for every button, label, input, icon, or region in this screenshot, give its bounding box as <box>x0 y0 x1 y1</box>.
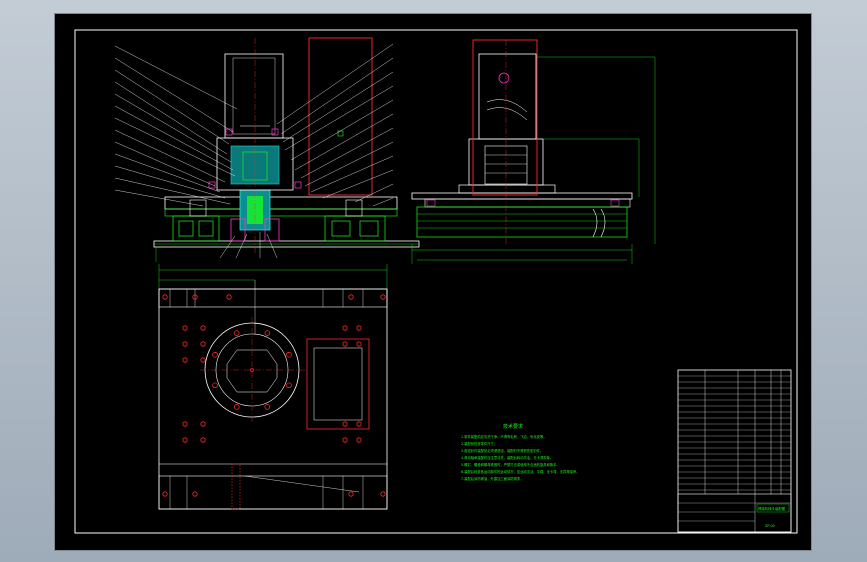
bolt-hole <box>233 404 240 410</box>
drawing-number: ZP-00 <box>765 524 775 528</box>
bolt-hole <box>342 437 348 443</box>
bolt-hole <box>286 382 292 389</box>
plan-view <box>158 264 388 510</box>
technical-note-line: 4.滚动轴承装配时应注意清洗，装配后转动灵活，无卡滞现象。 <box>461 455 553 460</box>
bolt-hole <box>200 437 206 443</box>
bolt-hole <box>226 294 232 300</box>
bolt-hole <box>356 325 362 331</box>
bolt-hole <box>380 491 386 497</box>
technical-note-line: 5.螺钉、螺栓和螺母紧固时，严禁打击或使用不合适的旋具和扳手。 <box>461 462 560 467</box>
technical-note-line: 1.零件装配前应清洗干净，不得有毛刺、飞边、氧化皮等。 <box>461 434 547 439</box>
technical-note-line: 2.装配前检查零件尺寸。 <box>461 441 497 446</box>
bolt-hole <box>380 294 386 300</box>
bolt-hole <box>182 437 188 443</box>
drawing-title: 焊接机械手装配图 <box>758 506 786 511</box>
bolt-hole <box>162 491 168 497</box>
technical-notes: 技术要求 1.零件装配前应清洗干净，不得有毛刺、飞边、氧化皮等。 2.装配前检查… <box>461 423 580 481</box>
bolt-hole <box>356 341 362 347</box>
bolt-hole <box>264 404 271 410</box>
bolt-hole <box>182 341 188 347</box>
front-section-view <box>153 37 420 262</box>
bolt-hole <box>182 325 188 331</box>
leader-lines-right <box>276 43 394 207</box>
bolt-hole <box>200 325 206 331</box>
bolt-hole <box>200 341 206 347</box>
cad-viewport[interactable]: 技术要求 1.零件装配前应清洗干净，不得有毛刺、飞边、氧化皮等。 2.装配前检查… <box>0 0 867 562</box>
bolt-hole <box>182 421 188 427</box>
technical-note-line: 6.装配后检查各运动部件的运动情况，应运动灵活、平稳、无卡滞、无异常噪声。 <box>461 469 580 474</box>
bolt-hole <box>342 341 348 347</box>
bolt-hole <box>162 294 168 300</box>
bolt-hole <box>200 421 206 427</box>
bolt-hole <box>182 357 188 363</box>
bolt-hole <box>192 491 198 497</box>
bolt-hole <box>348 294 354 300</box>
leader-lines-left <box>114 45 238 207</box>
technical-notes-title: 技术要求 <box>503 423 523 430</box>
title-block: 焊接机械手装配图 ZP-00 <box>677 369 792 533</box>
bolt-hole <box>286 351 292 358</box>
bolt-hole <box>233 330 240 336</box>
drawing-frame <box>74 29 798 534</box>
technical-note-line: 7.装配后涂防锈油，外露加工面涂防锈漆。 <box>461 476 524 481</box>
bolt-hole <box>348 491 354 497</box>
drawing-canvas: 技术要求 1.零件装配前应清洗干净，不得有毛刺、飞边、氧化皮等。 2.装配前检查… <box>74 29 798 534</box>
bolt-hole <box>342 325 348 331</box>
bolt-hole <box>212 382 218 389</box>
side-view <box>411 39 656 264</box>
bolt-hole <box>356 437 362 443</box>
technical-note-line: 3.各密封件装配前必须浸透油，装配时不得损伤密封件。 <box>461 448 543 453</box>
bolt-hole <box>200 357 206 363</box>
plan-bolt-holes <box>162 294 386 497</box>
bolt-hole <box>356 421 362 427</box>
bolt-hole <box>264 330 271 336</box>
bolt-hole <box>342 421 348 427</box>
bolt-hole <box>212 351 218 358</box>
drawing-sheet: 技术要求 1.零件装配前应清洗干净，不得有毛刺、飞边、氧化皮等。 2.装配前检查… <box>55 14 811 550</box>
